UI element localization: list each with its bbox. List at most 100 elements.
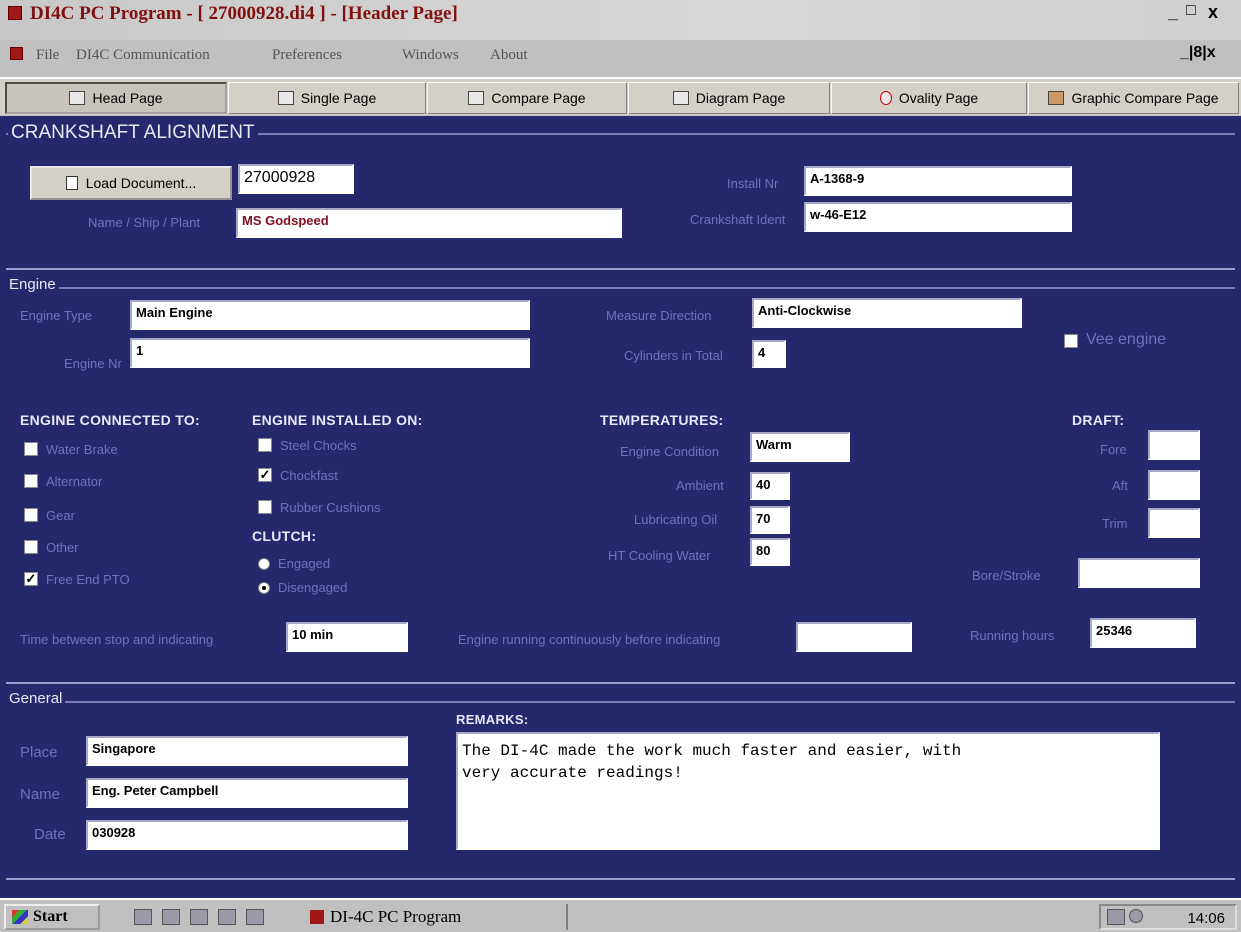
maximize-button[interactable]: □ [1186, 2, 1196, 20]
steel-chocks-label: Steel Chocks [280, 438, 357, 453]
trim-field[interactable] [1148, 508, 1200, 538]
quicklaunch-browser-icon[interactable] [190, 909, 208, 925]
alignment-section-title: CRANKSHAFT ALIGNMENT [8, 122, 258, 144]
place-field[interactable]: Singapore [86, 736, 408, 766]
other-label: Other [46, 540, 79, 555]
time-between-field[interactable]: 10 min [286, 622, 408, 652]
gear-checkbox[interactable] [24, 508, 38, 522]
clutch-engaged-radio[interactable] [258, 558, 270, 570]
tray-status-icon[interactable] [1129, 909, 1143, 923]
clutch-engaged-label: Engaged [278, 556, 331, 571]
water-brake-checkbox[interactable] [24, 442, 38, 456]
load-document-button[interactable]: Load Document... [30, 166, 232, 200]
alternator-label: Alternator [46, 474, 103, 489]
diagram-icon [672, 91, 689, 105]
menu-about[interactable]: About [490, 47, 528, 64]
date-field[interactable]: 030928 [86, 820, 408, 850]
cylinders-total-field[interactable]: 4 [752, 340, 786, 368]
menu-bar: File DI4C Communication Preferences Wind… [0, 44, 1241, 66]
tab-single-page[interactable]: Single Page [228, 82, 426, 114]
start-button[interactable]: Start [4, 904, 100, 930]
engine-condition-field[interactable]: Warm [750, 432, 850, 462]
quicklaunch-print-icon[interactable] [162, 909, 180, 925]
vee-engine-checkbox[interactable] [1064, 334, 1078, 348]
doc-icon[interactable] [10, 47, 23, 60]
remarks-header: REMARKS: [456, 712, 529, 727]
menu-preferences[interactable]: Preferences [272, 47, 342, 64]
general-divider [6, 701, 1235, 703]
bottom-divider [6, 878, 1235, 880]
remarks-textarea[interactable]: The DI-4C made the work much faster and … [456, 732, 1160, 850]
crankshaft-ident-field[interactable]: w-46-E12 [804, 202, 1072, 232]
lubricating-oil-field[interactable]: 70 [750, 506, 790, 534]
name-ship-plant-field[interactable]: MS Godspeed [236, 208, 622, 238]
program-icon [310, 910, 324, 924]
draft-header: DRAFT: [1072, 412, 1125, 428]
taskbar: Start DI-4C PC Program 14:06 [0, 898, 1241, 932]
remarks-line-1: The DI-4C made the work much faster and … [462, 742, 962, 760]
engine-type-field[interactable]: Main Engine [130, 300, 530, 330]
menu-di4c-communication[interactable]: DI4C Communication [76, 47, 210, 64]
tray-network-icon[interactable] [1107, 909, 1125, 925]
quicklaunch-desktop-icon[interactable] [134, 909, 152, 925]
measure-direction-label: Measure Direction [606, 308, 712, 323]
window-title: DI4C PC Program - [ 27000928.di4 ] - [He… [30, 3, 458, 24]
app-icon[interactable] [8, 6, 22, 20]
quicklaunch-tool-icon[interactable] [246, 909, 264, 925]
free-end-pto-label: Free End PTO [46, 572, 130, 587]
clock: 14:06 [1187, 910, 1225, 927]
other-checkbox[interactable] [24, 540, 38, 554]
tab-diagram-page[interactable]: Diagram Page [628, 82, 830, 114]
aft-label: Aft [1112, 478, 1128, 493]
engine-condition-label: Engine Condition [620, 444, 720, 459]
vee-engine-label: Vee engine [1086, 331, 1167, 348]
tab-graphic-compare-page[interactable]: Graphic Compare Page [1028, 82, 1239, 114]
windows-logo-icon [12, 910, 28, 924]
close-button[interactable]: x [1208, 2, 1218, 23]
engine-type-label: Engine Type [20, 308, 93, 323]
tab-compare-page[interactable]: Compare Page [427, 82, 627, 114]
document-icon [65, 176, 78, 190]
place-label: Place [20, 744, 58, 761]
crankshaft-ident-label: Crankshaft Ident [690, 212, 786, 227]
running-before-label: Engine running continuously before indic… [458, 632, 721, 647]
section-separator [6, 682, 1235, 684]
running-hours-label: Running hours [970, 628, 1055, 643]
tab-ovality-page[interactable]: Ovality Page [831, 82, 1027, 114]
menu-file[interactable]: File [36, 47, 59, 64]
measure-direction-field[interactable]: Anti-Clockwise [752, 298, 1022, 328]
quicklaunch-document-icon[interactable] [218, 909, 236, 925]
document-number-field[interactable]: 27000928 [238, 164, 354, 194]
alternator-checkbox[interactable] [24, 474, 38, 488]
ambient-field[interactable]: 40 [750, 472, 790, 500]
ht-cooling-water-field[interactable]: 80 [750, 538, 790, 566]
engine-nr-label: Engine Nr [64, 356, 122, 371]
rubber-cushions-checkbox[interactable] [258, 500, 272, 514]
fore-field[interactable] [1148, 430, 1200, 460]
remarks-line-2: very accurate readings! [462, 764, 683, 782]
chockfast-checkbox[interactable]: ✓ [258, 468, 272, 482]
running-before-field[interactable] [796, 622, 912, 652]
running-hours-field[interactable]: 25346 [1090, 618, 1196, 648]
ambient-label: Ambient [676, 478, 724, 493]
menu-windows[interactable]: Windows [402, 47, 459, 64]
name-field[interactable]: Eng. Peter Campbell [86, 778, 408, 808]
tab-head-page[interactable]: Head Page [5, 82, 227, 114]
install-nr-field[interactable]: A-1368-9 [804, 166, 1072, 196]
system-tray: 14:06 [1099, 904, 1237, 930]
clutch-disengaged-radio[interactable] [258, 582, 270, 594]
bore-stroke-field[interactable] [1078, 558, 1200, 588]
bore-stroke-label: Bore/Stroke [972, 568, 1041, 583]
rubber-cushions-label: Rubber Cushions [280, 500, 381, 515]
free-end-pto-checkbox[interactable]: ✓ [24, 572, 38, 586]
engine-nr-field[interactable]: 1 [130, 338, 530, 368]
taskbar-program-button[interactable]: DI-4C PC Program [304, 904, 568, 930]
minimize-button[interactable]: _ [1168, 2, 1178, 23]
child-window-controls[interactable]: _|8|x [1180, 44, 1216, 62]
steel-chocks-checkbox[interactable] [258, 438, 272, 452]
aft-field[interactable] [1148, 470, 1200, 500]
water-brake-label: Water Brake [46, 442, 118, 457]
chockfast-label: Chockfast [280, 468, 338, 483]
clutch-header: CLUTCH: [252, 528, 317, 544]
date-label: Date [34, 826, 66, 843]
